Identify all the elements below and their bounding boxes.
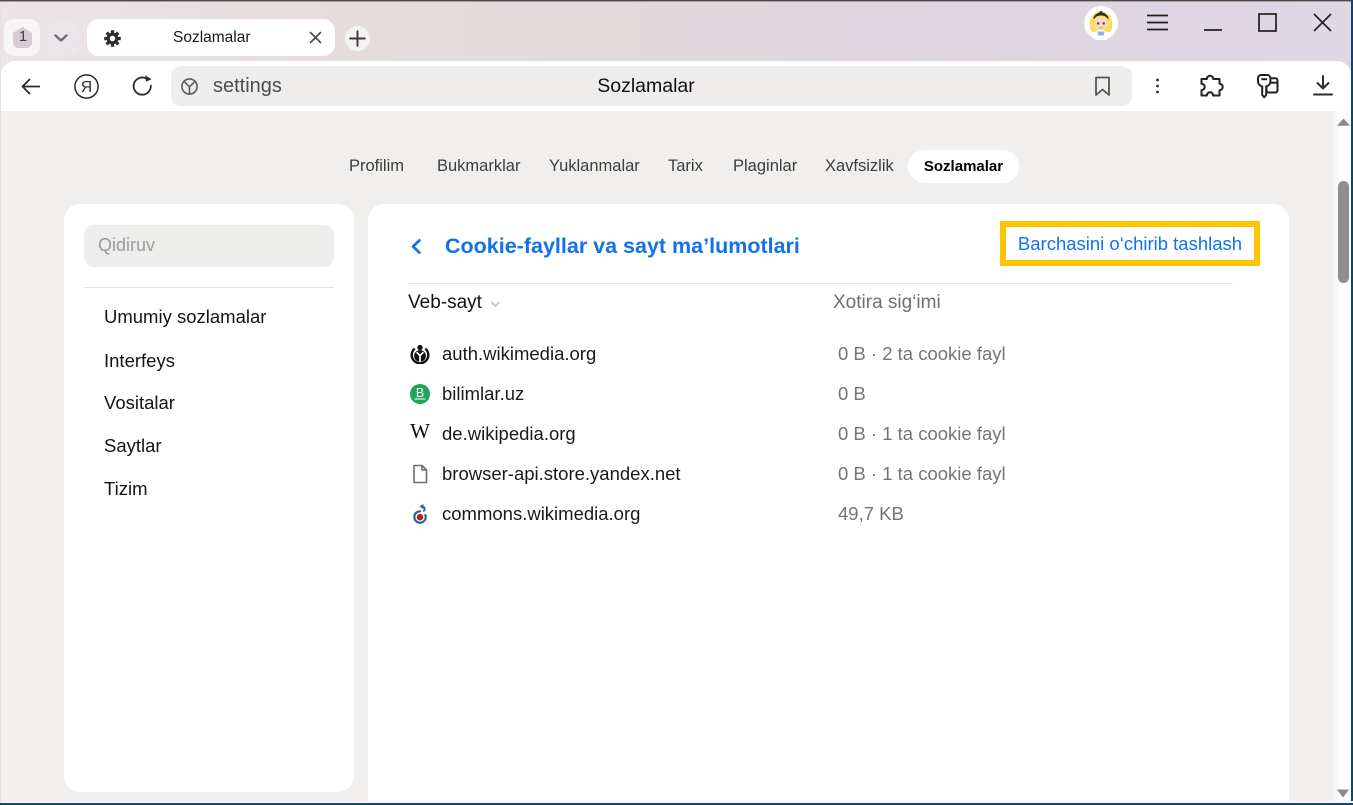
svg-text:Я: Я xyxy=(81,79,92,96)
svg-text:B: B xyxy=(416,386,424,400)
